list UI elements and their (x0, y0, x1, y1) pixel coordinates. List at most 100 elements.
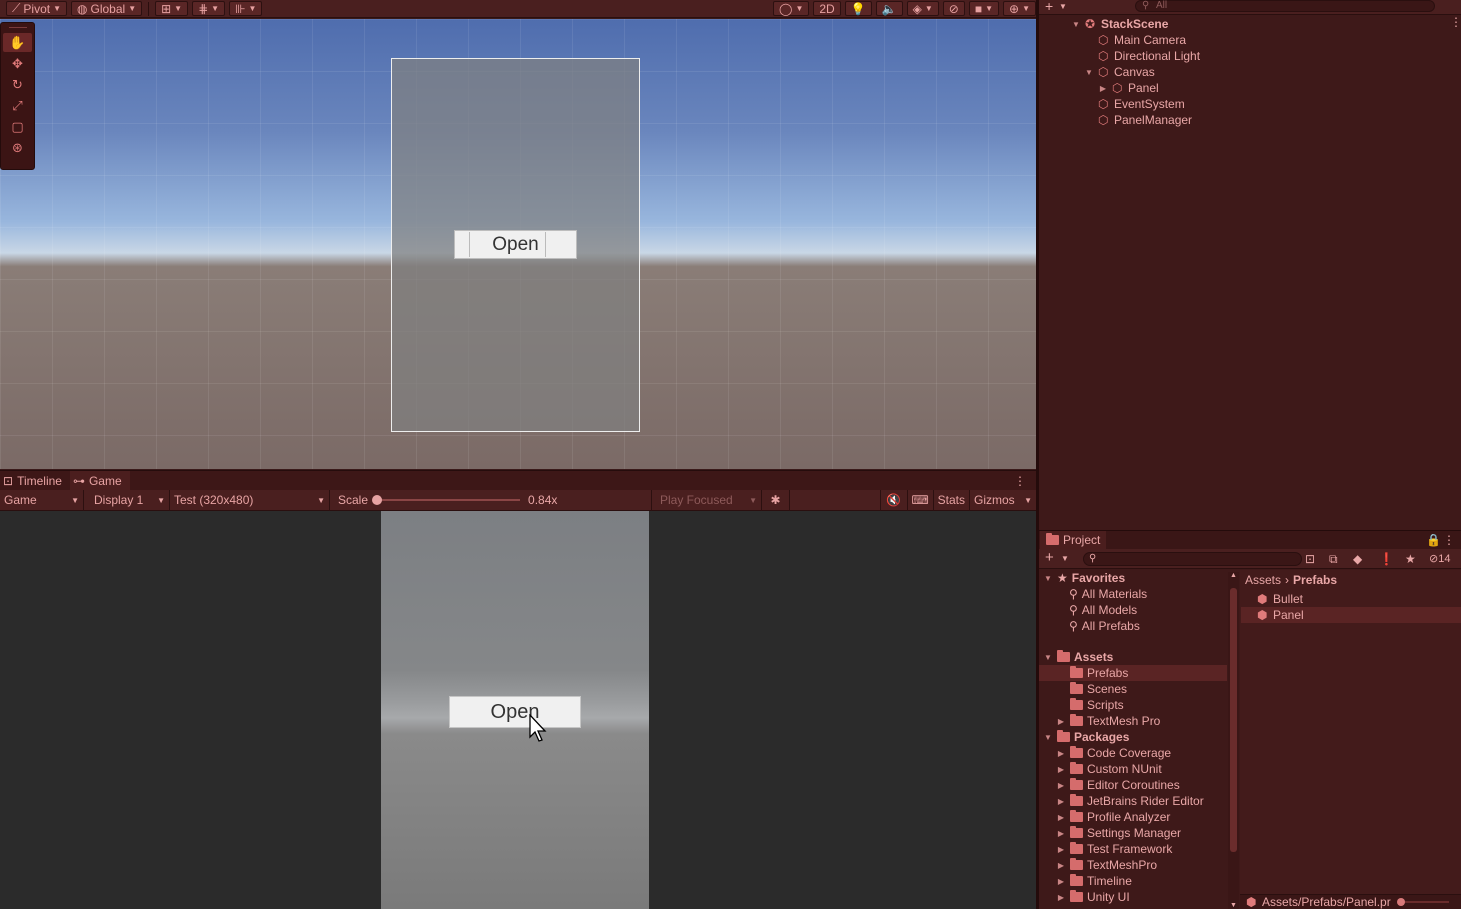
stats-button[interactable]: Stats (934, 489, 970, 511)
gizmos-dropdown[interactable]: Gizmos ▼ (970, 490, 1036, 511)
hierarchy-item-directional-light[interactable]: ⬡ Directional Light (1098, 48, 1200, 64)
file-item-bullet[interactable]: ⬢ Bullet (1257, 591, 1303, 607)
fold-closed-icon[interactable]: ▶ (1056, 765, 1066, 774)
ruler-button[interactable]: ⊪ ▼ (229, 1, 263, 16)
tree-item-all-models[interactable]: ⚲ All Models (1069, 602, 1137, 618)
scale-slider[interactable] (372, 495, 521, 505)
display-dropdown[interactable]: Display 1 ▼ (84, 489, 170, 511)
pivot-dropdown[interactable]: ⟋ Pivot ▼ (6, 1, 68, 16)
chevron-down-icon[interactable]: ▼ (1059, 2, 1067, 11)
hierarchy-item-eventsystem[interactable]: ⬡ EventSystem (1098, 96, 1185, 112)
palette-grip[interactable] (8, 27, 27, 28)
lighting-toggle[interactable]: 💡 (844, 1, 872, 16)
tree-item-all-materials[interactable]: ⚲ All Materials (1069, 586, 1147, 602)
tree-item-scripts[interactable]: Scripts (1070, 697, 1124, 713)
tree-package-item[interactable]: ▶ JetBrains Rider Editor (1056, 793, 1204, 809)
kebab-menu-icon[interactable]: ⋮ (1443, 533, 1455, 547)
play-mode-dropdown[interactable]: Play Focused ▼ (652, 489, 762, 511)
kebab-menu-icon[interactable]: ⋮ (1014, 474, 1026, 488)
scene-open-button[interactable]: Open (454, 230, 577, 259)
fold-open-icon[interactable]: ▼ (1043, 733, 1053, 742)
scene-view[interactable]: Open (0, 19, 1036, 469)
tab-project[interactable]: Project (1040, 531, 1106, 549)
fold-closed-icon[interactable]: ▶ (1056, 717, 1066, 726)
hierarchy-item-panelmanager[interactable]: ⬡ PanelManager (1098, 112, 1192, 128)
move-tool[interactable]: ✥ (3, 54, 32, 73)
tree-package-item[interactable]: ▶ TextMeshPro (1056, 857, 1157, 873)
fold-open-icon[interactable]: ▼ (1043, 574, 1053, 583)
transform-tool[interactable]: ⊛ (3, 138, 32, 157)
tree-assets[interactable]: ▼ Assets (1043, 649, 1113, 665)
hierarchy-item-panel[interactable]: ▶ ⬡ Panel (1098, 80, 1159, 96)
breadcrumb-item[interactable]: Assets (1245, 573, 1281, 587)
scrollbar-thumb[interactable] (1230, 588, 1237, 852)
tab-game[interactable]: ⊶ Game (69, 471, 130, 490)
fold-closed-icon[interactable]: ▶ (1056, 829, 1066, 838)
fold-closed-icon[interactable]: ▶ (1056, 749, 1066, 758)
hidden-packages-button[interactable]: ⊘14 (1429, 552, 1450, 565)
tab-timeline[interactable]: ⊡ Timeline (0, 471, 70, 490)
audio-toggle[interactable]: 🔈 (875, 1, 903, 16)
rect-tool[interactable]: ▢ (3, 117, 32, 136)
fold-open-icon[interactable]: ▼ (1084, 68, 1094, 77)
tree-package-item[interactable]: ▶ Code Coverage (1056, 745, 1171, 761)
chevron-down-icon[interactable]: ▼ (1061, 554, 1069, 563)
fold-closed-icon[interactable]: ▶ (1056, 781, 1066, 790)
resolution-dropdown[interactable]: Test (320x480) ▼ (170, 489, 330, 511)
kebab-menu-icon[interactable]: ⋮ (1450, 15, 1461, 29)
tree-package-item[interactable]: ▶ Timeline (1056, 873, 1132, 889)
filter-icon[interactable]: ⧉ (1329, 552, 1338, 567)
tree-item-textmesh-pro[interactable]: ▶ TextMesh Pro (1056, 713, 1160, 729)
warning-icon[interactable]: ❗ (1379, 552, 1394, 566)
rotate-tool[interactable]: ↻ (3, 75, 32, 94)
star-icon[interactable]: ★ (1405, 552, 1416, 566)
tree-package-item[interactable]: ▶ Test Framework (1056, 841, 1172, 857)
grid-snap-button[interactable]: ⊞ ▼ (155, 1, 189, 16)
global-dropdown[interactable]: ◍ Global ▼ (71, 1, 143, 16)
scale-slider-handle[interactable] (372, 495, 383, 505)
game-view-dropdown[interactable]: Game ▼ (0, 489, 84, 511)
fold-closed-icon[interactable]: ▶ (1056, 797, 1066, 806)
hierarchy-search-input[interactable]: ⚲ All (1135, 0, 1435, 12)
hierarchy-item-main-camera[interactable]: ⬡ Main Camera (1098, 32, 1186, 48)
fold-closed-icon[interactable]: ▶ (1056, 845, 1066, 854)
scene-row[interactable]: ▼ ✪ StackScene (1071, 16, 1168, 32)
scroll-up-icon[interactable]: ▲ (1230, 572, 1237, 579)
mute-audio-button[interactable]: 🔇 (879, 489, 908, 511)
camera-dropdown[interactable]: ■ ▼ (968, 1, 1000, 16)
debug-button[interactable]: ✱ (762, 489, 790, 511)
scroll-down-icon[interactable]: ▼ (1230, 902, 1237, 909)
tree-package-item[interactable]: ▶ Editor Coroutines (1056, 777, 1180, 793)
fold-closed-icon[interactable]: ▶ (1056, 877, 1066, 886)
increment-snap-button[interactable]: ⋕ ▼ (192, 1, 226, 16)
hand-tool[interactable]: ✋ (3, 33, 32, 52)
icon-size-slider[interactable] (1396, 898, 1449, 906)
tree-package-item[interactable]: ▶ Profile Analyzer (1056, 809, 1170, 825)
fold-closed-icon[interactable]: ▶ (1056, 813, 1066, 822)
tree-item-prefabs[interactable]: Prefabs (1039, 665, 1227, 681)
add-icon[interactable]: + (1045, 549, 1054, 566)
search-by-type-icon[interactable]: ⊡ (1305, 552, 1315, 566)
shortcuts-button[interactable]: ⌨ (908, 489, 934, 511)
tree-package-item[interactable]: ▶ Custom NUnit (1056, 761, 1162, 777)
tree-item-scenes[interactable]: Scenes (1070, 681, 1127, 697)
file-item-panel[interactable]: ⬢ Panel (1241, 607, 1461, 623)
breadcrumb-item-current[interactable]: Prefabs (1293, 573, 1337, 587)
fold-open-icon[interactable]: ▼ (1071, 20, 1081, 29)
fold-closed-icon[interactable]: ▶ (1056, 861, 1066, 870)
tree-package-item[interactable]: ▶ Unity UI (1056, 889, 1130, 905)
icon-size-slider-handle[interactable] (1396, 898, 1405, 906)
visibility-toggle[interactable]: ⊘ (942, 1, 965, 16)
label-icon[interactable]: ◆ (1353, 552, 1362, 566)
tree-item-all-prefabs[interactable]: ⚲ All Prefabs (1069, 618, 1140, 634)
hierarchy-item-canvas[interactable]: ▼ ⬡ Canvas (1084, 64, 1155, 80)
tree-packages[interactable]: ▼ Packages (1043, 729, 1129, 745)
scale-tool[interactable]: ⤢ (3, 96, 32, 115)
add-icon[interactable]: + (1045, 0, 1053, 14)
mode-2d-button[interactable]: 2D (813, 1, 841, 16)
tree-favorites[interactable]: ▼ ★ Favorites (1043, 570, 1125, 586)
project-search-input[interactable]: ⚲ (1083, 552, 1302, 566)
lock-icon[interactable]: 🔒 (1426, 533, 1441, 547)
tree-package-item[interactable]: ▶ Settings Manager (1056, 825, 1181, 841)
fold-open-icon[interactable]: ▼ (1043, 653, 1053, 662)
